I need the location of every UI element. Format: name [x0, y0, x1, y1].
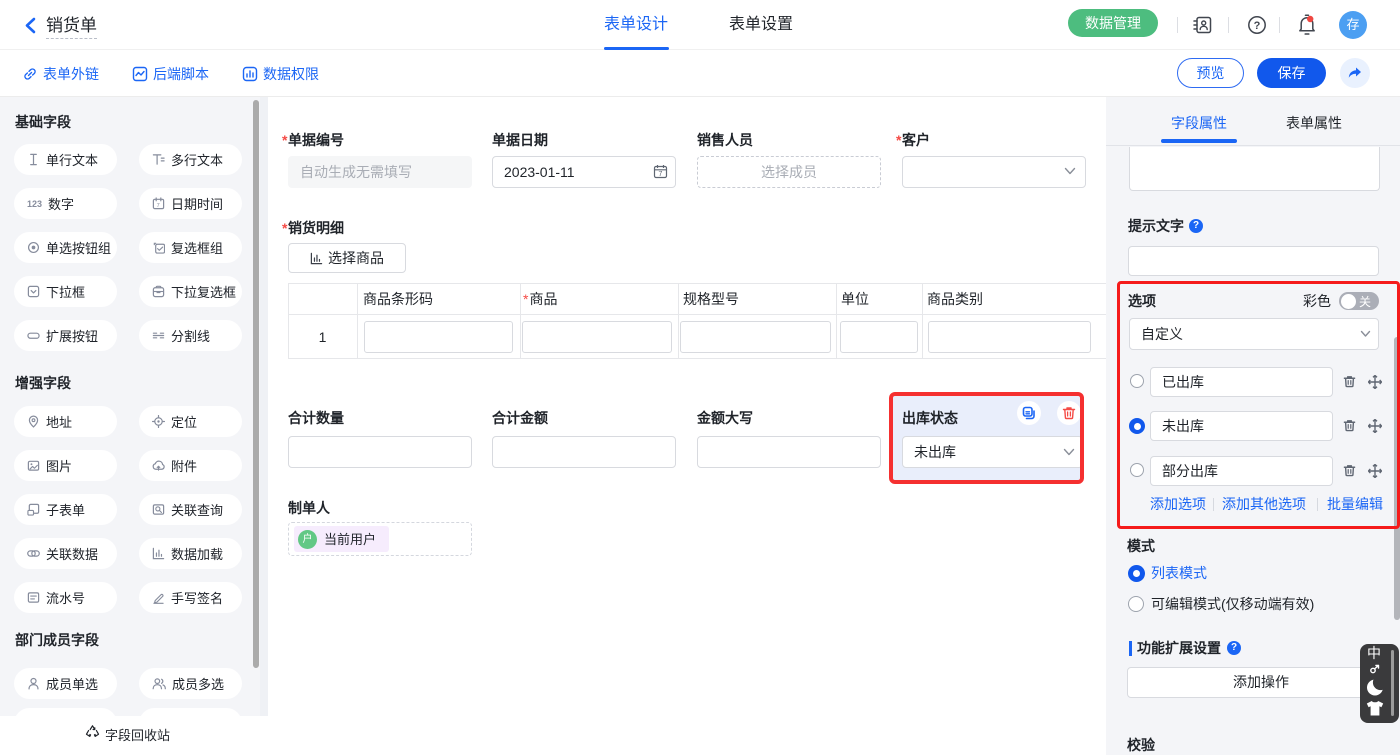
svg-text:7: 7: [659, 171, 663, 178]
svg-text:7: 7: [157, 203, 160, 209]
svg-text:?: ?: [1254, 20, 1261, 32]
svg-text:123: 123: [27, 199, 42, 209]
